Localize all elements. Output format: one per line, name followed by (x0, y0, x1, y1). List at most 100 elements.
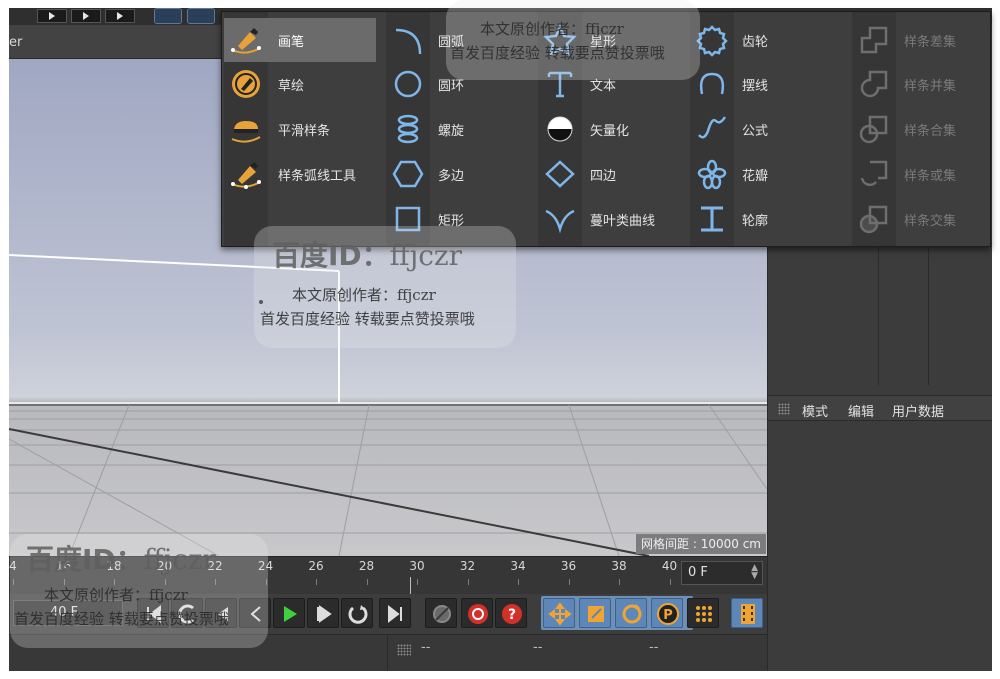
watermark-line1: 本文原创作者：ffjczr (44, 586, 188, 604)
arc-icon (395, 28, 422, 55)
play-mini-button-3[interactable] (105, 9, 135, 23)
film-strip-icon (741, 604, 755, 624)
watermark-brand: 百度ID：ffjczr (272, 239, 463, 272)
go-to-end-button[interactable] (379, 598, 411, 628)
menu-item-flower[interactable]: 花瓣 (690, 152, 842, 196)
rotate-icon (622, 604, 642, 624)
menu-item-polygon[interactable]: 多边 (386, 152, 534, 196)
pen-icon (231, 28, 261, 54)
dots-grid-icon (696, 606, 712, 622)
next-frame-icon (317, 605, 332, 623)
diamond-icon (545, 160, 575, 188)
help-button[interactable]: ? (495, 598, 527, 628)
spline-union-icon (860, 70, 888, 98)
cube-icon[interactable] (154, 8, 182, 24)
timeline-tick-label: 30 (409, 559, 425, 573)
current-frame-field[interactable]: 0 F ▲ ▼ (681, 561, 763, 585)
scale-key-button[interactable] (579, 598, 611, 628)
watermark-line2: 首发百度经验 转载要点赞投票哦 (260, 310, 475, 328)
record-button[interactable] (461, 598, 493, 628)
move-key-button[interactable] (543, 598, 575, 628)
menu-item-sketch[interactable]: 草绘 (224, 62, 376, 106)
point-level-button[interactable] (687, 598, 719, 628)
sketch-icon (232, 70, 260, 98)
menu-item-spline-and: 样条合集 (852, 107, 988, 151)
play-icon (83, 12, 89, 20)
rotate-key-button[interactable] (615, 598, 647, 628)
watermark-bottom: 百度ID：ffjczr 本文原创作者：ffjczr 首发百度经验 转载要点赞投票… (10, 534, 268, 648)
autokey-disabled-button[interactable] (425, 598, 457, 628)
timeline-tick-label: 38 (611, 559, 627, 573)
spline-arc-tool-icon (231, 162, 261, 189)
menu-mode[interactable]: 模式 (802, 401, 828, 420)
timeline-tick (518, 579, 519, 585)
timeline-tick (619, 579, 620, 585)
panel-column-divider (928, 245, 929, 385)
spline-or-icon (860, 160, 888, 187)
play-icon (117, 12, 123, 20)
watermark-line1: 本文原创作者：ffjczr (292, 286, 436, 304)
grip-icon[interactable] (778, 403, 790, 415)
menu-item-cissoid[interactable]: 蔓叶类曲线 (538, 197, 686, 241)
parameter-key-button[interactable]: P (651, 598, 683, 628)
timeline-tick (366, 579, 368, 585)
field-placeholder: -- (649, 640, 659, 655)
hexagon-icon (392, 160, 424, 188)
menu-item-formula[interactable]: 公式 (690, 107, 842, 151)
play-icon (49, 12, 55, 20)
grip-icon[interactable] (397, 644, 411, 656)
menu-item-spline-subtract: 样条差集 (852, 18, 988, 62)
play-forward-icon (284, 606, 297, 622)
timeline-tick (467, 579, 469, 585)
record-icon (468, 604, 488, 624)
watermark-top: 本文原创作者：ffjczr 首发百度经验 转载要点赞投票哦 (446, 0, 700, 80)
watermark-line2: 首发百度经验 转载要点赞投票哦 (14, 610, 229, 628)
play-mini-button[interactable] (37, 9, 67, 23)
grid-spacing-readout: 网格间距 : 10000 cm (636, 534, 766, 554)
move-icon (548, 602, 572, 626)
menu-edit[interactable]: 编辑 (848, 401, 874, 420)
cissoid-icon (545, 209, 575, 234)
menu-item-spline-arc-tool[interactable]: 样条弧线工具 (224, 152, 376, 196)
formula-icon (698, 116, 727, 139)
helix-icon (397, 114, 419, 144)
watermark-line1: 本文原创作者：ffjczr (480, 20, 624, 38)
timeline-playhead[interactable] (410, 577, 411, 595)
menu-item-helix[interactable]: 螺旋 (386, 107, 534, 151)
question-icon: ? (502, 604, 522, 624)
circle-icon (394, 70, 422, 98)
play-mini-button-2[interactable] (71, 9, 101, 23)
timeline-tick-label: 28 (358, 559, 375, 573)
watermark-line2: 首发百度经验 转载要点赞投票哦 (450, 44, 665, 62)
timeline-tick (316, 579, 317, 585)
viewport-menu-label[interactable]: er (9, 35, 22, 50)
attributes-menubar: 模式 编辑 用户数据 (768, 395, 992, 421)
next-frame-button[interactable] (307, 598, 339, 628)
go-to-end-icon (388, 604, 402, 624)
timeline-window-button[interactable] (731, 598, 763, 628)
current-frame-value: 0 F (688, 565, 708, 580)
svg-text:?: ? (508, 607, 516, 623)
menu-item-vectorize[interactable]: 矢量化 (538, 107, 686, 151)
scale-icon (588, 606, 604, 622)
menu-item-spline-or: 样条或集 (852, 152, 988, 196)
spinner-arrows-icon[interactable]: ▲ ▼ (751, 564, 758, 581)
timeline-tick (568, 579, 570, 585)
panel-divider (387, 635, 388, 671)
spline-object-icon[interactable] (187, 8, 215, 24)
menu-item-spline-union: 样条并集 (852, 62, 988, 106)
cycloid-icon (699, 72, 725, 95)
loop-icon (348, 605, 368, 624)
menu-user-data[interactable]: 用户数据 (892, 401, 944, 420)
menu-item-pen[interactable]: 画笔 (224, 18, 376, 62)
loop-button[interactable] (341, 598, 373, 628)
vectorize-icon (547, 116, 573, 142)
menu-item-four-side[interactable]: 四边 (538, 152, 686, 196)
menu-item-cycloid[interactable]: 摆线 (690, 62, 842, 106)
play-forward-button[interactable] (273, 598, 305, 628)
menu-item-gear[interactable]: 齿轮 (690, 18, 842, 62)
p-icon: P (657, 603, 679, 625)
field-placeholder: -- (533, 640, 543, 655)
menu-item-profile[interactable]: 轮廓 (690, 197, 842, 241)
menu-item-smooth-spline[interactable]: 平滑样条 (224, 107, 376, 151)
